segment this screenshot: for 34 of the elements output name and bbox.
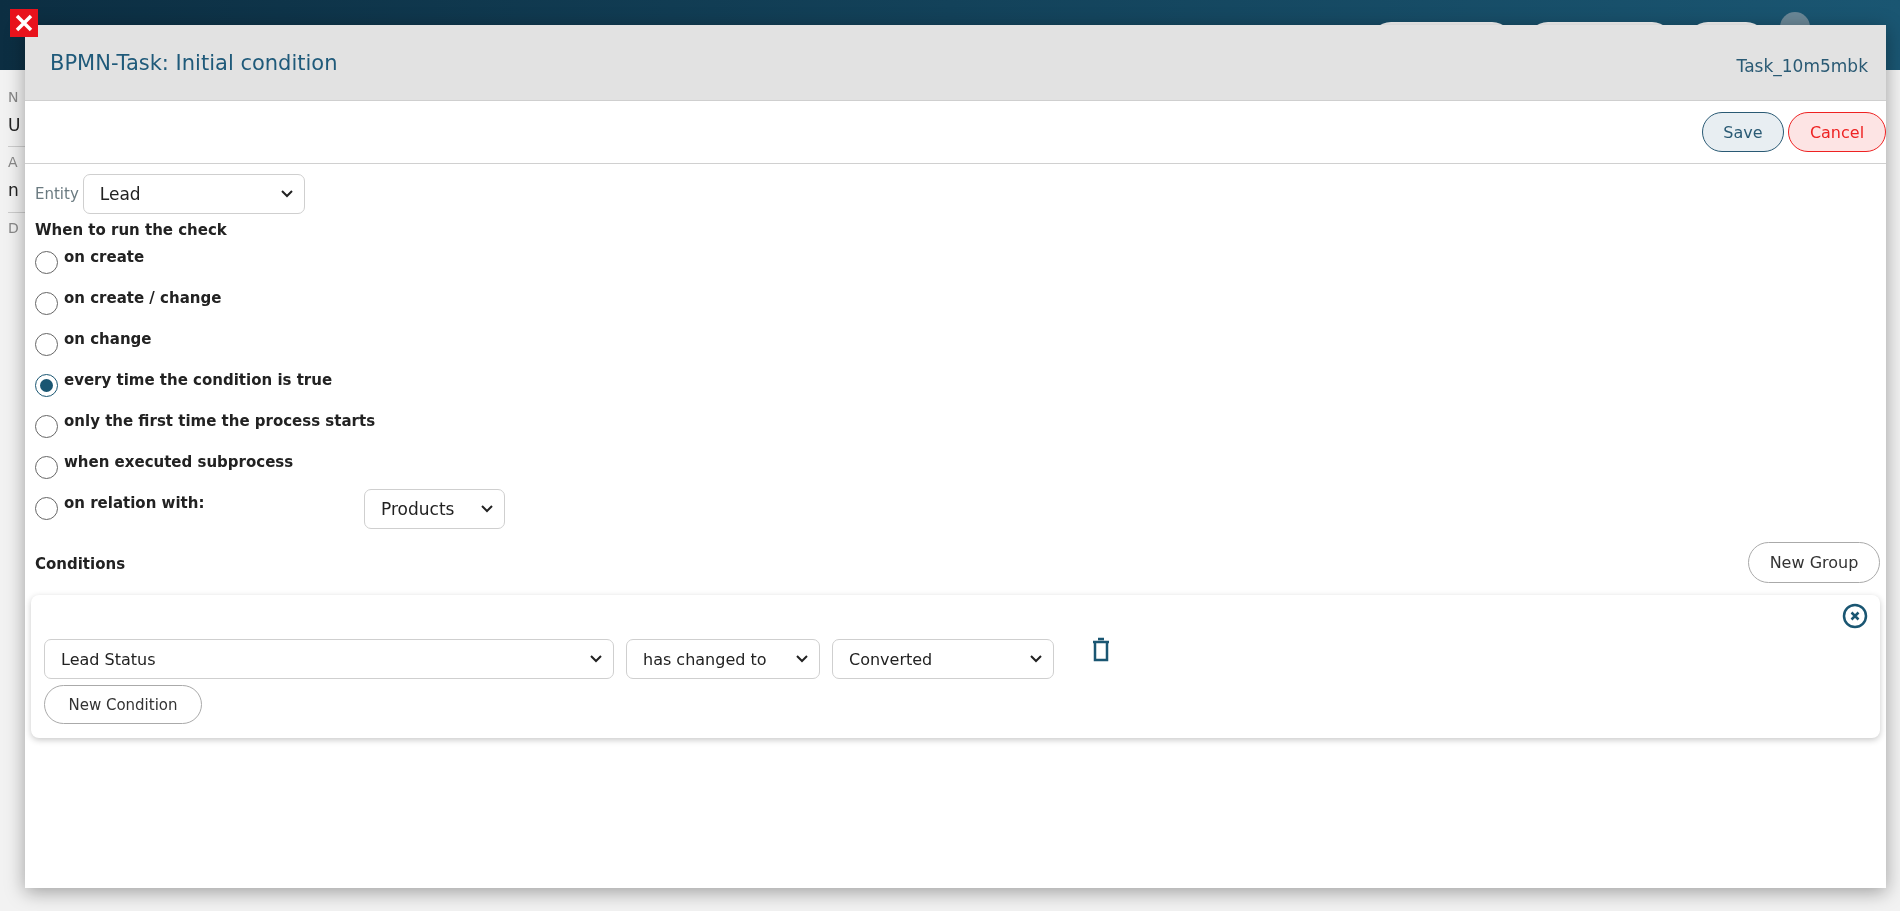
section-heading: Conditions [35,555,126,573]
close-icon[interactable] [10,9,38,37]
chevron-icon [795,654,809,664]
chevron-icon [480,504,494,514]
dropdown[interactable]: Lead Status [44,639,614,679]
save-button[interactable]: Save [1702,112,1784,152]
field-label: N [8,88,19,107]
chevron-icon [589,654,603,664]
dropdown[interactable]: Products [364,489,505,529]
dropdown[interactable]: Lead [82,174,305,214]
field-label: A [8,153,18,173]
task-id: Task_10m5mbk [1736,55,1868,76]
radio-label: every time the condition is true [64,371,333,389]
field-value: n [8,179,19,203]
radio-label: on create [64,248,145,266]
radio-label: on relation with: [64,494,206,512]
radio-label: on create / change [64,289,222,307]
field-value: U [8,114,21,138]
field-label: D [8,218,19,238]
cancel-button[interactable]: Cancel [1788,112,1886,152]
dialog-title: BPMN-Task: Initial condition [50,50,338,75]
radio-label: on change [64,330,152,348]
entity-label: Entity [35,185,79,203]
trash-icon[interactable] [1090,637,1112,663]
radio-label: only the first time the process starts [64,412,376,430]
new-group-button[interactable]: New Group [1748,542,1880,583]
radio-label: when executed subprocess [64,453,294,471]
dropdown[interactable]: Converted [832,639,1054,679]
section-heading: When to run the check [35,221,228,239]
remove-group-icon[interactable] [1842,603,1868,629]
new-condition-button[interactable]: New Condition [44,685,202,724]
chevron-icon [1029,654,1043,664]
chevron-icon [279,189,294,199]
dropdown[interactable]: has changed to [626,639,820,679]
